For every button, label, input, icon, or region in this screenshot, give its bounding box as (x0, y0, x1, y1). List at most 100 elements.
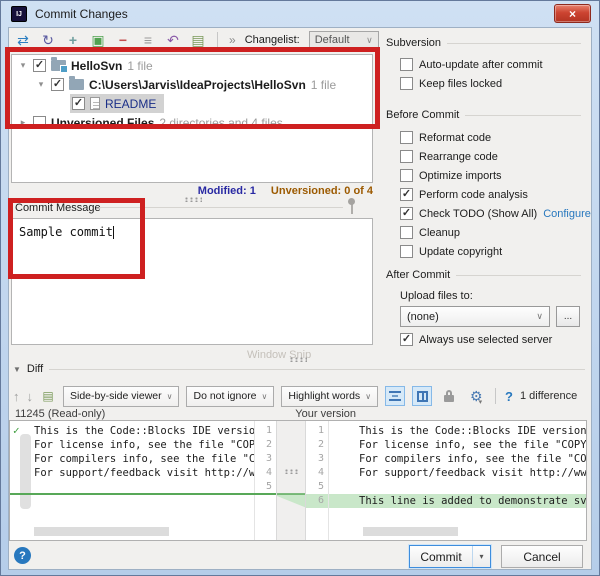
diff-right-pane[interactable]: This is the Code::Blocks IDE version✓ Fo… (328, 421, 586, 540)
cancel-button[interactable]: Cancel (501, 545, 583, 568)
tree-checkbox[interactable]: ✓ (72, 97, 85, 110)
difference-count: 1 difference (520, 390, 577, 402)
divider-grip-icon[interactable] (284, 469, 300, 474)
chevron-down-icon: ∨ (536, 311, 543, 322)
option-auto-update[interactable]: Auto-update after commit (400, 58, 543, 71)
changelist-value: Default (315, 34, 350, 46)
checkbox[interactable] (400, 58, 413, 71)
section-title: After Commit (386, 269, 450, 281)
remove-icon[interactable]: − (115, 32, 131, 48)
code-line: For compilers info, see the file "COMP (329, 452, 586, 466)
lock-icon[interactable] (439, 386, 459, 406)
rollback-icon[interactable]: ↶ (165, 32, 181, 48)
code-line: This is the Code::Blocks IDE version✓ (329, 424, 586, 438)
move-changelist-icon[interactable]: ▣ (90, 32, 106, 48)
upload-server-dropdown[interactable]: (none) ∨ (400, 306, 550, 327)
right-horizontal-scrollbar[interactable] (363, 527, 458, 536)
diff-help-icon[interactable]: ? (505, 389, 513, 404)
tree-row-changelist[interactable]: ▾ ✓ HelloSvn 1 file (12, 56, 372, 75)
tree-checkbox[interactable] (33, 116, 46, 129)
browse-servers-button[interactable]: ... (556, 306, 580, 327)
code-line: For license info, see the file "COPYI (329, 438, 586, 452)
chevron-expanded-icon[interactable]: ▾ (18, 60, 28, 71)
section-before-commit: Before Commit (386, 109, 581, 121)
splitter-handle[interactable] (289, 357, 307, 362)
change-connector (277, 421, 306, 540)
option-check-todo[interactable]: ✓ Check TODO (Show All) Configure (400, 207, 591, 220)
diff-left-pane[interactable]: ✓ This is the Code::Blocks IDE versio Fo… (10, 421, 254, 540)
section-title: Before Commit (386, 109, 459, 121)
checkbox[interactable]: ✓ (400, 333, 413, 346)
highlight-mode-dropdown[interactable]: Highlight words ∨ (281, 386, 378, 407)
tree-selection: ✓ README (70, 94, 164, 113)
collapse-icon[interactable]: ▼ (13, 365, 21, 374)
tree-checkbox[interactable]: ✓ (33, 59, 46, 72)
tree-row-file-readme[interactable]: ✓ README (12, 94, 372, 113)
next-difference-icon[interactable]: ↓ (27, 389, 34, 404)
add-icon[interactable]: + (65, 32, 81, 48)
commit-options-arrow[interactable]: ▾ (472, 546, 490, 567)
tree-row-directory[interactable]: ▾ ✓ C:\Users\Jarvis\IdeaProjects\HelloSv… (12, 75, 372, 94)
diff-center-divider[interactable] (276, 421, 306, 540)
code-line: For license info, see the file "COP (10, 438, 254, 452)
option-cleanup[interactable]: Cleanup (400, 226, 460, 239)
option-rearrange-code[interactable]: Rearrange code (400, 150, 498, 163)
left-horizontal-scrollbar[interactable] (34, 527, 169, 536)
option-reformat-code[interactable]: Reformat code (400, 131, 491, 144)
commit-message-input[interactable]: Sample commit (11, 218, 373, 345)
option-update-copyright[interactable]: Update copyright (400, 245, 502, 258)
diff-section-header[interactable]: ▼ Diff (13, 363, 585, 375)
tree-row-label: HelloSvn (71, 59, 122, 73)
sync-scroll-panes-icon[interactable] (412, 386, 432, 406)
left-pane-title: 11245 (Read-only) (15, 408, 105, 420)
tree-checkbox[interactable]: ✓ (51, 78, 64, 91)
commit-message-label: Commit Message (15, 202, 101, 214)
patch-icon[interactable]: ▤ (40, 388, 56, 404)
option-optimize-imports[interactable]: Optimize imports (400, 169, 502, 182)
checkbox[interactable] (400, 226, 413, 239)
tree-row-detail: 1 file (311, 78, 336, 92)
left-line-numbers: 1 2 3 4 5 (254, 421, 276, 540)
change-counts: Modified: 1 Unversioned: 0 of 4 (1, 185, 373, 197)
module-folder-icon (51, 60, 66, 71)
changelist-group-icon[interactable]: ≡ (140, 32, 156, 48)
checkbox[interactable] (400, 150, 413, 163)
configure-link[interactable]: Configure (543, 208, 591, 220)
diff-viewer: ✓ This is the Code::Blocks IDE versio Fo… (9, 420, 587, 541)
checkbox[interactable]: ✓ (400, 188, 413, 201)
option-code-analysis[interactable]: ✓ Perform code analysis (400, 188, 528, 201)
tree-row-unversioned[interactable]: ▸ Unversioned Files 2 directories and 4 … (12, 113, 372, 132)
checkbox[interactable] (400, 131, 413, 144)
option-keep-locked[interactable]: Keep files locked (400, 77, 502, 90)
code-line (10, 480, 254, 494)
diff-title: Diff (27, 363, 43, 375)
commit-changes-dialog: IJ Commit Changes × ⇄ ↻ + ▣ − ≡ ↶ ▤ » Ch… (0, 0, 600, 576)
previous-difference-icon[interactable]: ↑ (13, 389, 20, 404)
viewer-mode-dropdown[interactable]: Side-by-side viewer ∨ (63, 386, 179, 407)
ignore-policy-dropdown[interactable]: Do not ignore ∨ (186, 386, 274, 407)
create-patch-icon[interactable]: ▤ (190, 32, 206, 48)
chevron-expanded-icon[interactable]: ▾ (36, 79, 46, 90)
gear-icon[interactable]: ⚙▾ (466, 386, 486, 406)
refresh-icon[interactable]: ↻ (40, 32, 56, 48)
commit-button[interactable]: Commit ▾ (409, 545, 491, 568)
splitter-handle[interactable] (184, 197, 202, 202)
chevron-collapsed-icon[interactable]: ▸ (18, 117, 28, 128)
show-diff-icon[interactable]: ⇄ (15, 32, 31, 48)
code-line: For support/feedback visit http://w (10, 466, 254, 480)
option-always-use-server[interactable]: ✓ Always use selected server (400, 333, 552, 346)
message-history-icon[interactable] (351, 200, 353, 214)
checkbox[interactable] (400, 245, 413, 258)
toolbar-overflow-chevron[interactable]: » (229, 33, 236, 47)
diff-pane-captions: 11245 (Read-only) Your version (13, 408, 585, 420)
help-button[interactable]: ? (14, 547, 31, 564)
insertion-marker-line (10, 493, 276, 495)
checkbox[interactable] (400, 77, 413, 90)
chevron-down-icon: ▾ (479, 552, 483, 561)
checkbox[interactable] (400, 169, 413, 182)
right-line-numbers: 1 2 3 4 5 6 (306, 421, 328, 540)
collapse-unchanged-icon[interactable] (385, 386, 405, 406)
toolbar-separator (217, 32, 218, 48)
changelist-dropdown[interactable]: Default ∨ (309, 31, 379, 50)
checkbox[interactable]: ✓ (400, 207, 413, 220)
